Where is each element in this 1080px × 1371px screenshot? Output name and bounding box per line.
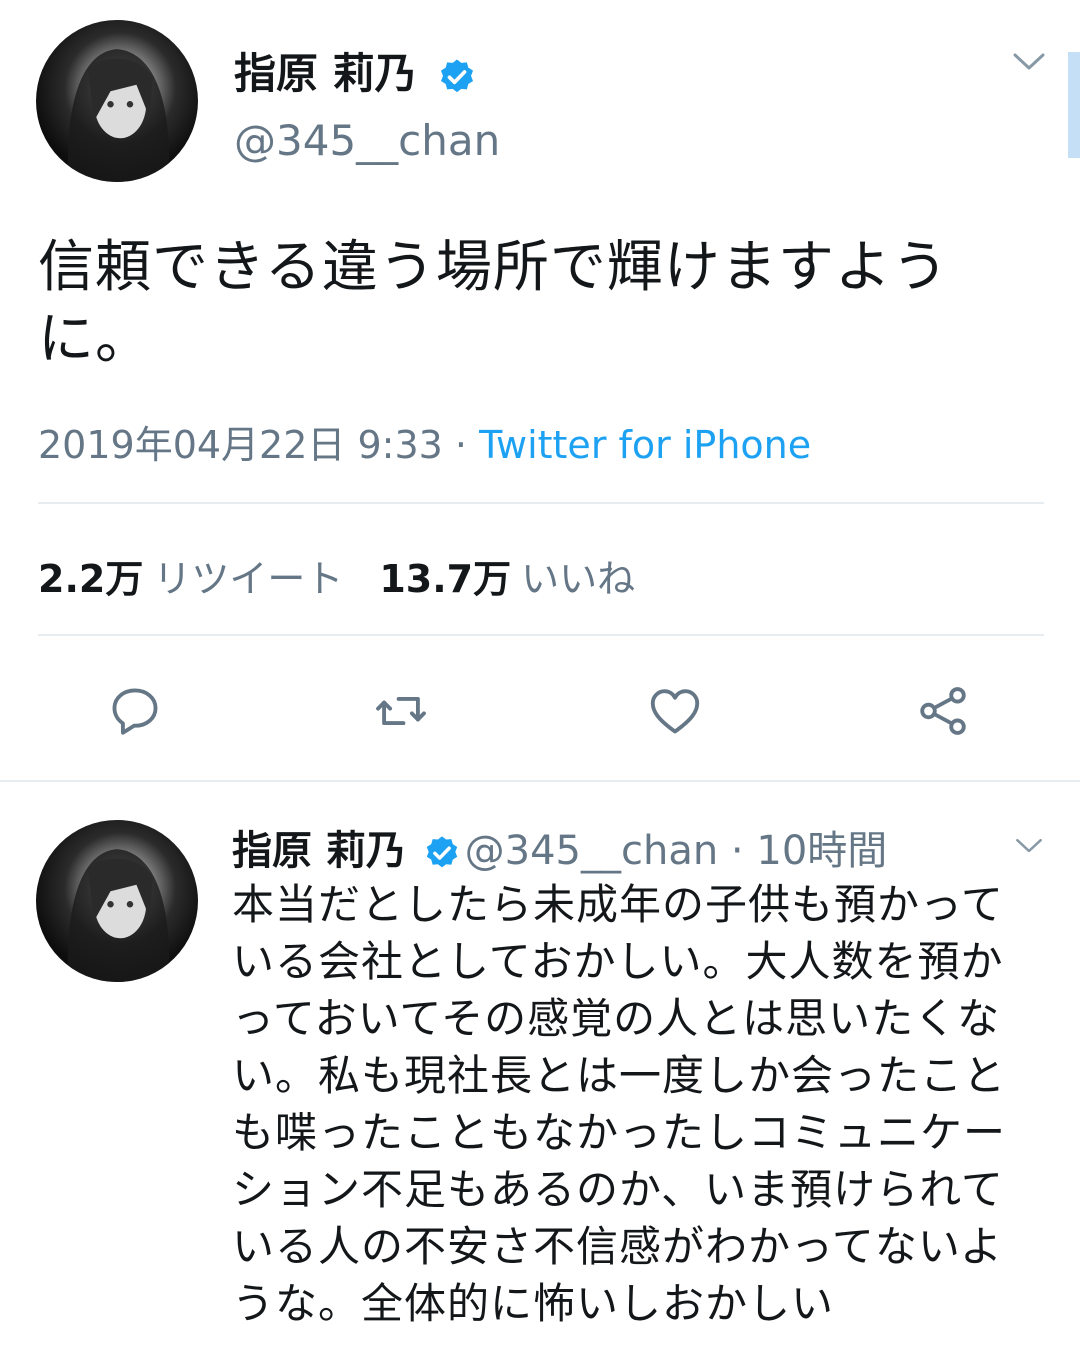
author-avatar[interactable] [36,20,198,182]
like-count[interactable]: 13.7万 [379,557,511,601]
share-icon[interactable] [914,682,972,740]
tweet-text: 信頼できる違う場所で輝けますように。 [38,235,949,372]
scrollbar[interactable] [1068,52,1080,158]
like-icon[interactable] [646,682,704,740]
divider [38,634,1044,636]
reply-icon[interactable] [106,682,164,740]
reply-author-name: 指原 莉乃 [232,828,406,874]
tweet-stats: 2.2万 リツイート 13.7万 いいね [38,548,635,603]
verified-badge-icon [426,836,457,868]
author-name-row[interactable]: 指原 莉乃 [234,40,477,101]
author-handle[interactable]: @345__chan [234,116,500,165]
reply-time: 10時間 [756,828,888,874]
retweet-count[interactable]: 2.2万 [38,557,143,601]
like-label[interactable]: いいね [521,557,635,601]
author-name: 指原 莉乃 [234,49,417,98]
reply-separator: · [718,828,757,874]
tweet-meta: 2019年04月22日 9:33 · Twitter for iPhone [38,414,811,469]
reply-author-avatar[interactable] [36,820,198,982]
reply-header[interactable]: 指原 莉乃 @345__chan · 10時間 [232,818,887,876]
chevron-down-icon[interactable] [1014,836,1044,856]
verified-badge-icon [441,59,474,92]
retweet-icon[interactable] [372,682,430,740]
reply-text: 本当だとしたら未成年の子供も預かっている会社としておかしい。大人数を預かっておい… [232,880,1007,1328]
tweet-source-link[interactable]: Twitter for iPhone [479,423,811,467]
divider [38,502,1044,504]
reply-author-handle: @345__chan [464,828,719,874]
retweet-label[interactable]: リツイート [153,557,343,601]
chevron-down-icon[interactable] [1012,50,1046,74]
meta-separator: · [442,423,480,467]
tweet-timestamp[interactable]: 2019年04月22日 9:33 [38,423,443,467]
section-divider [0,780,1080,782]
